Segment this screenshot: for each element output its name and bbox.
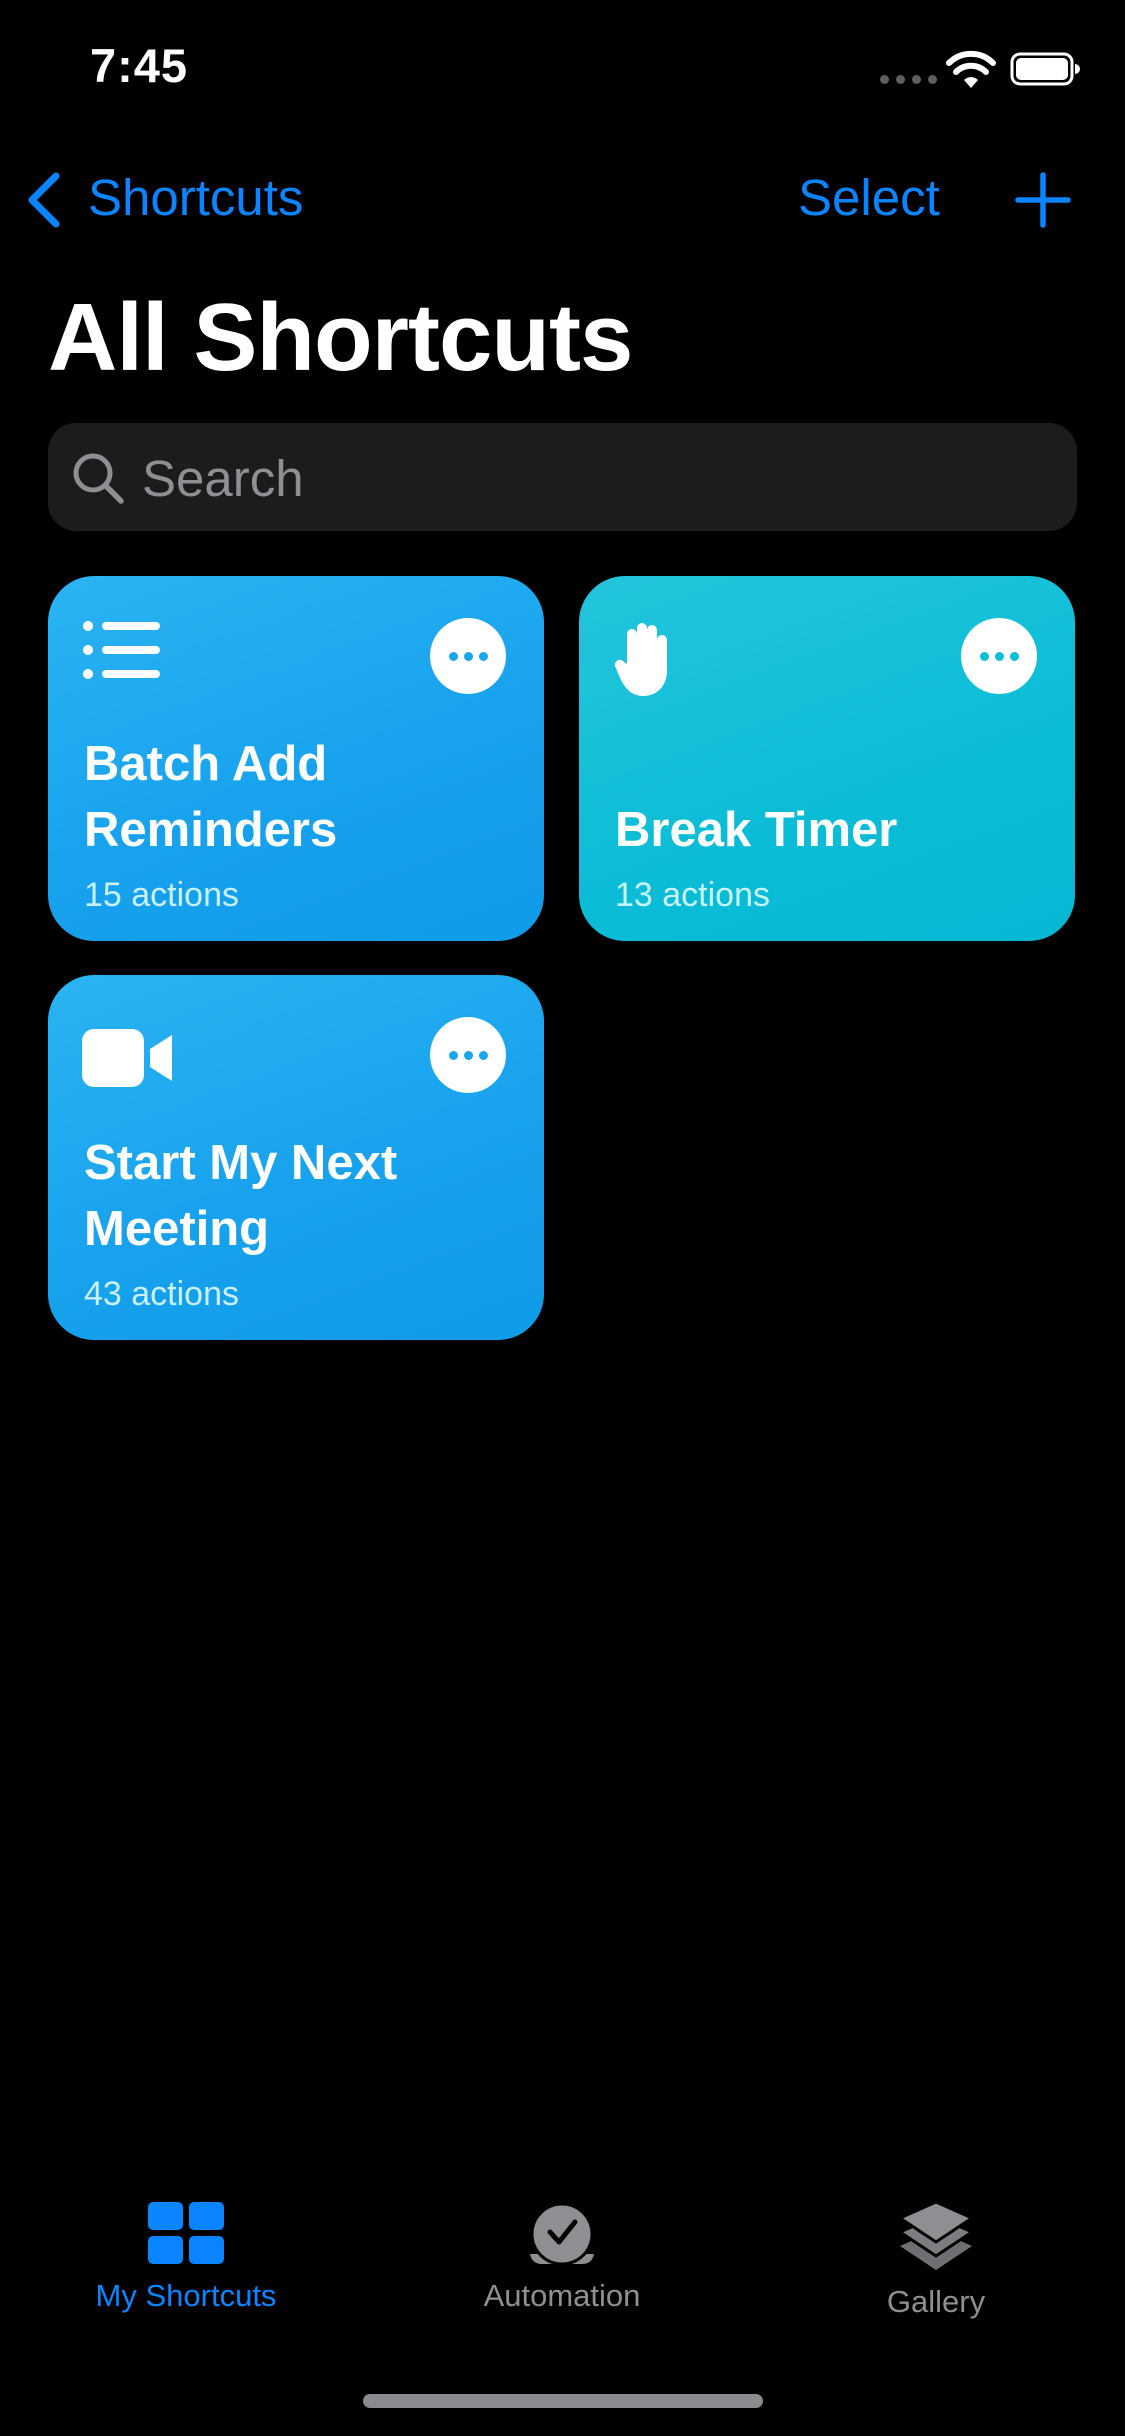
search-input[interactable] [140, 423, 1044, 533]
checkmark-clock-icon [530, 2202, 594, 2266]
cellular-signal-icon [880, 75, 937, 84]
select-button[interactable]: Select [798, 168, 940, 227]
shortcut-action-count: 43 actions [84, 1275, 239, 1313]
wifi-icon [946, 50, 996, 88]
shortcut-card-batch-add-reminders[interactable]: Batch Add Reminders 15 actions [48, 576, 544, 941]
hand-icon [614, 623, 667, 696]
plus-icon[interactable] [1015, 172, 1071, 228]
shortcut-title: Batch Add Reminders [84, 737, 338, 857]
battery-icon [1010, 52, 1080, 86]
tab-label: Automation [483, 2278, 641, 2313]
shortcut-card-start-my-next-meeting[interactable]: Start My Next Meeting 43 actions [48, 975, 544, 1340]
search-bar[interactable] [48, 423, 1077, 533]
shortcut-action-count: 15 actions [84, 876, 239, 914]
shortcut-title: Start My Next Meeting [84, 1136, 398, 1256]
back-button[interactable]: Shortcuts [88, 168, 303, 227]
tab-gallery[interactable]: Gallery [786, 2200, 1086, 2320]
shortcut-card-break-timer[interactable]: Break Timer 13 actions [579, 576, 1075, 941]
shortcut-title: Break Timer [615, 803, 898, 857]
more-options-button[interactable] [961, 618, 1037, 694]
list-icon [83, 621, 160, 679]
shortcut-action-count: 13 actions [615, 876, 770, 914]
more-options-button[interactable] [430, 1017, 506, 1093]
home-indicator[interactable] [363, 2394, 763, 2408]
tab-label: My Shortcuts [95, 2278, 277, 2313]
more-options-button[interactable] [430, 618, 506, 694]
tab-label: Gallery [886, 2284, 986, 2319]
status-time: 7:45 [90, 39, 189, 92]
page-title: All Shortcuts [48, 284, 633, 391]
chevron-left-icon[interactable] [26, 172, 62, 228]
layers-icon [896, 2200, 976, 2270]
grid-icon [148, 2202, 224, 2264]
video-camera-icon [82, 1029, 172, 1087]
search-icon [73, 453, 124, 504]
tab-my-shortcuts[interactable]: My Shortcuts [36, 2200, 336, 2314]
tab-automation[interactable]: Automation [412, 2200, 712, 2314]
